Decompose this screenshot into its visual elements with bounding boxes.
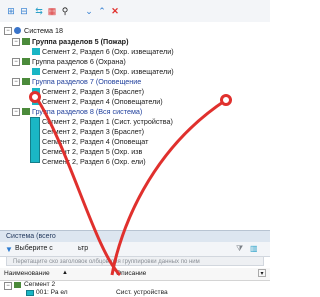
annotation-circle-right xyxy=(220,94,232,106)
row-name: 001: Ра ел xyxy=(36,289,68,296)
table-row[interactable]: 001: Ра ел Сист. устройства xyxy=(0,289,270,297)
row-description: Сист. устройства xyxy=(116,289,168,296)
annotation-arrows xyxy=(34,96,227,277)
section-icon xyxy=(26,290,34,296)
annotation-circle-left xyxy=(29,91,41,103)
annotation-curve-left xyxy=(34,96,122,277)
annotation-curve-right xyxy=(110,98,227,276)
